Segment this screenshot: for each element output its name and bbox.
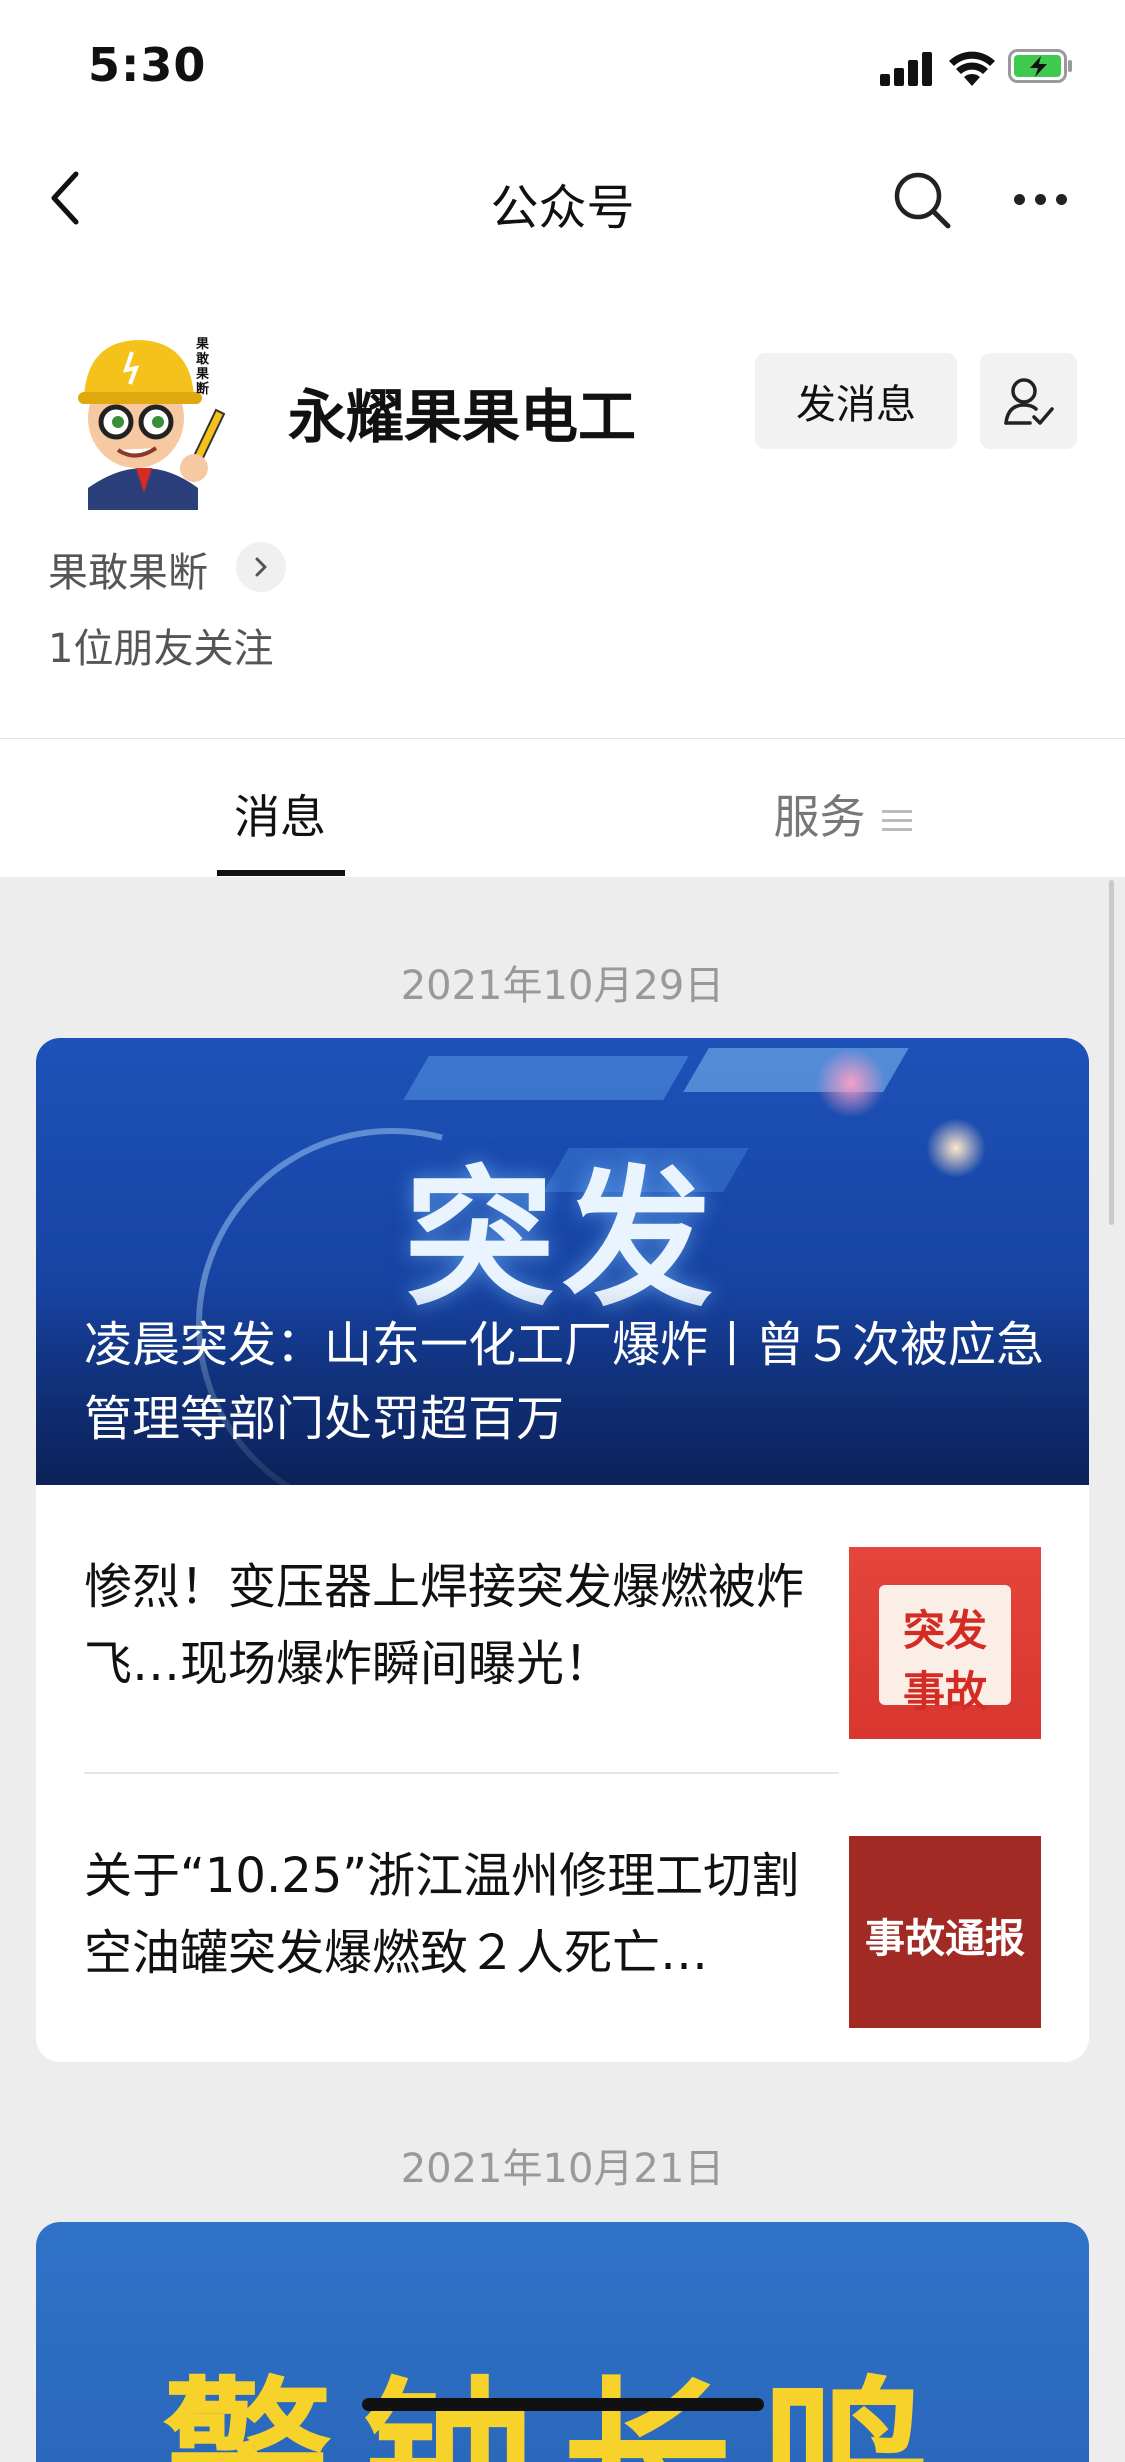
menu-lines-icon <box>881 804 912 837</box>
tab-services[interactable]: 服务 <box>560 781 1125 847</box>
article-item[interactable]: 关于“10.25”浙江温州修理工切割空油罐突发爆燃致２人死亡… 事故通报 <box>36 1774 1089 2060</box>
send-message-button[interactable]: 发消息 <box>755 353 957 449</box>
user-check-icon <box>1004 378 1054 425</box>
article-item[interactable]: 惨烈！变压器上焊接突发爆燃被炸飞…现场爆炸瞬间曝光！ 突发 事故 <box>36 1485 1089 1771</box>
status-time: 5:30 <box>88 38 207 92</box>
headline-title: 凌晨突发：山东一化工厂爆炸丨曾５次被应急管理等部门处罚超百万 <box>84 1317 1045 1447</box>
header-area: 5:30 公众号 果 敢 果 断 永耀果果电工 发消息 果敢果断 1位朋友关注 <box>0 0 1125 738</box>
home-indicator[interactable] <box>362 2398 764 2411</box>
tab-services-label: 服务 <box>773 790 866 844</box>
search-icon[interactable] <box>888 166 956 234</box>
thumbnail-text: 事故通报 <box>865 1916 1025 1962</box>
page-title: 公众号 <box>490 180 635 236</box>
slogan-chevron-button[interactable] <box>236 542 286 592</box>
article-group-card: 突发 凌晨突发：山东一化工厂爆炸丨曾５次被应急管理等部门处罚超百万 惨烈！变压器… <box>36 1038 1089 2062</box>
article-title: 关于“10.25”浙江温州修理工切割空油罐突发爆燃致２人死亡… <box>84 1848 800 1981</box>
svg-text:断: 断 <box>196 381 209 397</box>
followers-count[interactable]: 1位朋友关注 <box>48 616 273 674</box>
scrollbar[interactable] <box>1109 880 1114 1225</box>
account-avatar[interactable]: 果 敢 果 断 <box>48 318 240 510</box>
account-name: 永耀果果电工 <box>288 383 637 451</box>
date-label: 2021年10月29日 <box>400 963 725 1009</box>
svg-text:敢: 敢 <box>196 351 210 367</box>
headline-article[interactable]: 突发 凌晨突发：山东一化工厂爆炸丨曾５次被应急管理等部门处罚超百万 <box>36 1038 1089 1485</box>
article-title: 惨烈！变压器上焊接突发爆燃被炸飞…现场爆炸瞬间曝光！ <box>84 1559 805 1692</box>
followed-button[interactable] <box>980 353 1077 449</box>
navigation-bar: 公众号 <box>0 140 1125 258</box>
active-tab-indicator <box>217 870 345 876</box>
avatar-text: 果 <box>195 337 209 352</box>
tab-bar: 消息 服务 <box>0 738 1125 877</box>
account-slogan[interactable]: 果敢果断 <box>48 540 208 598</box>
article-thumbnail: 事故通报 <box>849 1836 1041 2028</box>
wifi-icon <box>949 51 995 86</box>
battery-charging-icon <box>1008 49 1072 83</box>
tab-messages[interactable]: 消息 <box>0 781 560 847</box>
status-bar: 5:30 <box>0 0 1125 140</box>
headline-article[interactable]: 警钟长鸣 <box>36 2222 1089 2462</box>
date-label: 2021年10月21日 <box>400 2146 725 2192</box>
chevron-right-icon <box>255 557 267 577</box>
cellular-signal-icon <box>880 50 934 86</box>
article-thumbnail: 突发 事故 <box>849 1547 1041 1739</box>
thumbnail-text: 突发 事故 <box>902 1606 987 1716</box>
lens-flare <box>816 1048 886 1118</box>
tab-messages-label: 消息 <box>234 790 326 844</box>
more-options-icon[interactable] <box>1010 180 1072 220</box>
headline-banner-text: 警钟长鸣 <box>162 2362 963 2462</box>
svg-text:果: 果 <box>195 367 209 382</box>
